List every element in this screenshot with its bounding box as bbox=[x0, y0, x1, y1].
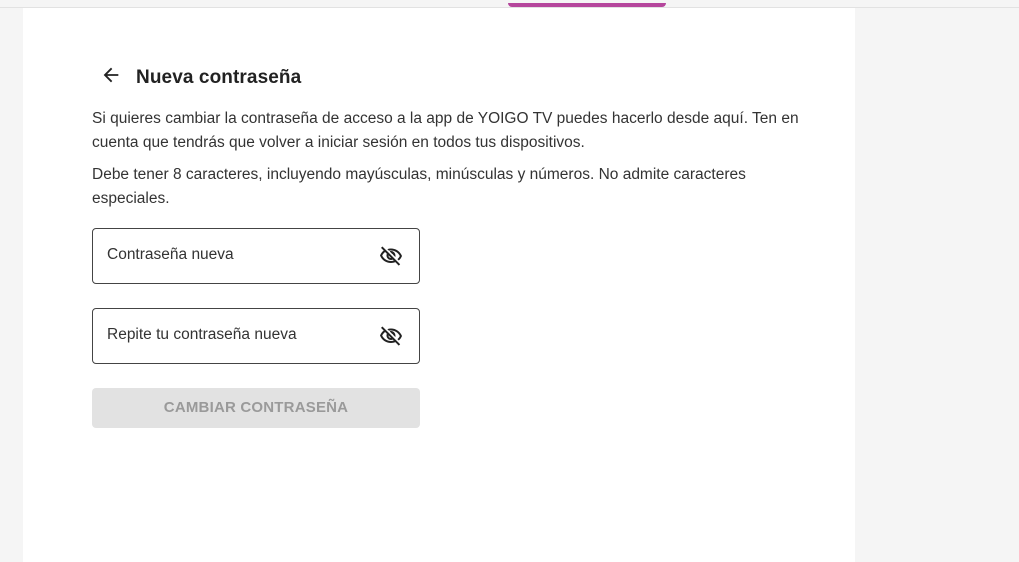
new-password-label: Contraseña nueva bbox=[107, 246, 234, 263]
change-password-button[interactable]: CAMBIAR CONTRASEÑA bbox=[92, 388, 420, 428]
password-rules-text: Debe tener 8 caracteres, incluyendo mayú… bbox=[92, 166, 746, 207]
active-tab-indicator bbox=[508, 3, 666, 7]
repeat-password-label: Repite tu contraseña nueva bbox=[107, 326, 297, 343]
page-title: Nueva contraseña bbox=[136, 67, 302, 88]
arrow-left-icon[interactable] bbox=[100, 64, 122, 86]
repeat-password-field[interactable]: Repite tu contraseña nueva bbox=[92, 308, 420, 364]
new-password-field[interactable]: Contraseña nueva bbox=[92, 228, 420, 284]
page-header bbox=[100, 64, 122, 86]
eye-off-icon[interactable] bbox=[379, 244, 403, 268]
content-card bbox=[23, 8, 855, 562]
intro-text: Si quieres cambiar la contraseña de acce… bbox=[92, 110, 799, 151]
eye-off-icon[interactable] bbox=[379, 324, 403, 348]
